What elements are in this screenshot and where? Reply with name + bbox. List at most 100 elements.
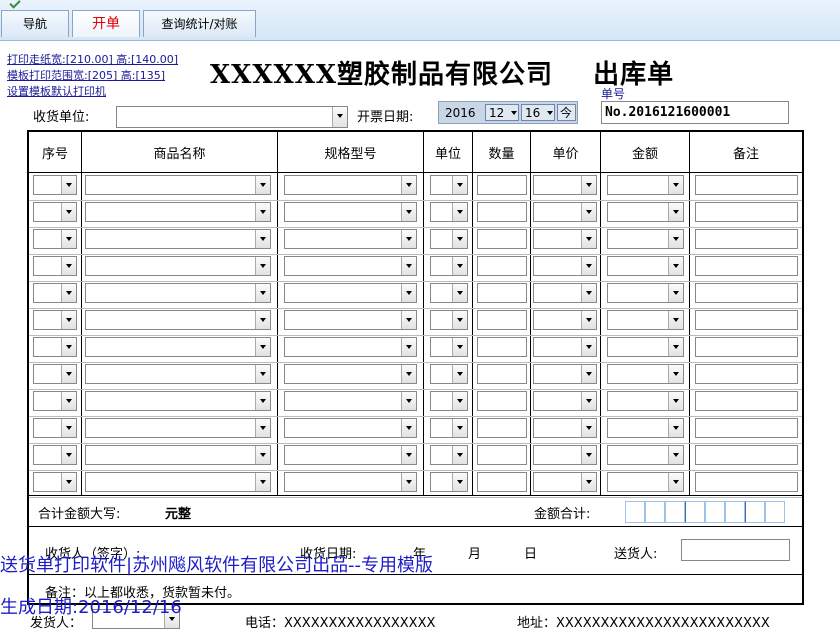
- chevron-down-icon[interactable]: [668, 176, 683, 194]
- chevron-down-icon[interactable]: [581, 230, 596, 248]
- qty-field[interactable]: [477, 175, 527, 195]
- chevron-down-icon[interactable]: [401, 473, 416, 491]
- spec-select[interactable]: [284, 418, 417, 438]
- default-printer-link[interactable]: 设置模板默认打印机: [7, 83, 106, 99]
- price-select[interactable]: [533, 472, 597, 492]
- product-select[interactable]: [85, 202, 271, 222]
- qty-field[interactable]: [477, 202, 527, 222]
- spec-select[interactable]: [284, 310, 417, 330]
- chevron-down-icon[interactable]: [452, 176, 467, 194]
- chevron-down-icon[interactable]: [61, 446, 76, 464]
- chevron-down-icon[interactable]: [255, 419, 270, 437]
- chevron-down-icon[interactable]: [581, 338, 596, 356]
- chevron-down-icon[interactable]: [452, 338, 467, 356]
- chevron-down-icon[interactable]: [332, 107, 347, 127]
- chevron-down-icon[interactable]: [668, 230, 683, 248]
- chevron-down-icon[interactable]: [61, 284, 76, 302]
- chevron-down-icon[interactable]: [401, 446, 416, 464]
- chevron-down-icon[interactable]: [668, 203, 683, 221]
- qty-field[interactable]: [477, 337, 527, 357]
- amount-select[interactable]: [607, 229, 684, 249]
- price-select[interactable]: [533, 283, 597, 303]
- chevron-down-icon[interactable]: [401, 176, 416, 194]
- chevron-down-icon[interactable]: [401, 257, 416, 275]
- chevron-down-icon[interactable]: [581, 311, 596, 329]
- remark-field[interactable]: [695, 256, 798, 276]
- product-select[interactable]: [85, 337, 271, 357]
- amount-select[interactable]: [607, 472, 684, 492]
- date-day-select[interactable]: 16: [521, 104, 555, 121]
- unit-select[interactable]: [430, 337, 468, 357]
- chevron-down-icon[interactable]: [668, 257, 683, 275]
- chevron-down-icon[interactable]: [452, 446, 467, 464]
- consignee-select[interactable]: [116, 106, 348, 128]
- price-select[interactable]: [533, 337, 597, 357]
- chevron-down-icon[interactable]: [255, 338, 270, 356]
- price-select[interactable]: [533, 310, 597, 330]
- seq-select[interactable]: [33, 229, 77, 249]
- chevron-down-icon[interactable]: [581, 446, 596, 464]
- price-select[interactable]: [533, 418, 597, 438]
- chevron-down-icon[interactable]: [401, 365, 416, 383]
- chevron-down-icon[interactable]: [668, 392, 683, 410]
- remark-field[interactable]: [695, 418, 798, 438]
- amount-select[interactable]: [607, 310, 684, 330]
- amount-select[interactable]: [607, 175, 684, 195]
- qty-field[interactable]: [477, 391, 527, 411]
- chevron-down-icon[interactable]: [61, 311, 76, 329]
- remark-field[interactable]: [695, 310, 798, 330]
- remark-field[interactable]: [695, 337, 798, 357]
- amount-select[interactable]: [607, 391, 684, 411]
- price-select[interactable]: [533, 391, 597, 411]
- remark-field[interactable]: [695, 283, 798, 303]
- spec-select[interactable]: [284, 391, 417, 411]
- chevron-down-icon[interactable]: [452, 230, 467, 248]
- qty-field[interactable]: [477, 418, 527, 438]
- amount-select[interactable]: [607, 418, 684, 438]
- chevron-down-icon[interactable]: [61, 392, 76, 410]
- chevron-down-icon[interactable]: [61, 473, 76, 491]
- qty-field[interactable]: [477, 283, 527, 303]
- price-select[interactable]: [533, 256, 597, 276]
- remark-field[interactable]: [695, 391, 798, 411]
- amount-select[interactable]: [607, 337, 684, 357]
- chevron-down-icon[interactable]: [581, 284, 596, 302]
- product-select[interactable]: [85, 175, 271, 195]
- price-select[interactable]: [533, 175, 597, 195]
- amount-select[interactable]: [607, 202, 684, 222]
- chevron-down-icon[interactable]: [255, 392, 270, 410]
- chevron-down-icon[interactable]: [668, 284, 683, 302]
- chevron-down-icon[interactable]: [61, 365, 76, 383]
- unit-select[interactable]: [430, 472, 468, 492]
- seq-select[interactable]: [33, 391, 77, 411]
- order-no-field[interactable]: No.2016121600001: [601, 101, 789, 124]
- product-select[interactable]: [85, 418, 271, 438]
- price-select[interactable]: [533, 364, 597, 384]
- chevron-down-icon[interactable]: [255, 203, 270, 221]
- chevron-down-icon[interactable]: [668, 365, 683, 383]
- chevron-down-icon[interactable]: [668, 446, 683, 464]
- chevron-down-icon[interactable]: [452, 419, 467, 437]
- chevron-down-icon[interactable]: [401, 419, 416, 437]
- date-year[interactable]: 2016: [441, 104, 483, 121]
- amount-select[interactable]: [607, 256, 684, 276]
- spec-select[interactable]: [284, 337, 417, 357]
- chevron-down-icon[interactable]: [401, 338, 416, 356]
- chevron-down-icon[interactable]: [581, 203, 596, 221]
- spec-select[interactable]: [284, 175, 417, 195]
- product-select[interactable]: [85, 445, 271, 465]
- today-button[interactable]: 今: [557, 104, 576, 121]
- tab-query-reconcile[interactable]: 查询统计/对账: [143, 10, 256, 37]
- chevron-down-icon[interactable]: [668, 311, 683, 329]
- chevron-down-icon[interactable]: [452, 473, 467, 491]
- spec-select[interactable]: [284, 445, 417, 465]
- unit-select[interactable]: [430, 418, 468, 438]
- tab-new-order[interactable]: 开单: [72, 10, 140, 37]
- qty-field[interactable]: [477, 256, 527, 276]
- chevron-down-icon[interactable]: [61, 419, 76, 437]
- chevron-down-icon[interactable]: [581, 473, 596, 491]
- unit-select[interactable]: [430, 283, 468, 303]
- deliverer-field[interactable]: [681, 539, 790, 561]
- chevron-down-icon[interactable]: [61, 338, 76, 356]
- seq-select[interactable]: [33, 418, 77, 438]
